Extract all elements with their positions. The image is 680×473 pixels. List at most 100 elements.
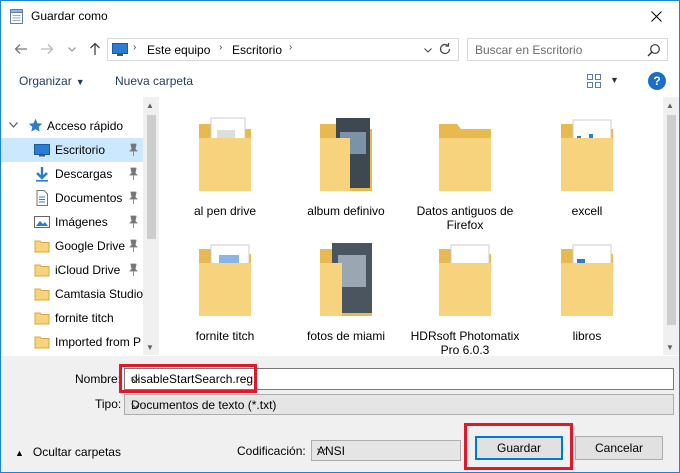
folder-icon bbox=[34, 312, 50, 325]
file-tile[interactable]: HDRsoft Photomatix Pro 6.0.3 bbox=[410, 227, 520, 355]
chevron-down-icon[interactable] bbox=[424, 42, 432, 56]
file-tile[interactable]: excell bbox=[532, 102, 642, 220]
folder-icon bbox=[34, 240, 50, 253]
arrow-right-icon bbox=[41, 44, 54, 54]
file-tile[interactable]: album definivo bbox=[291, 102, 401, 220]
address-row: › Este equipo › Escritorio › Buscar en E… bbox=[1, 34, 679, 64]
nav-item-label: Camtasia Studio bbox=[55, 287, 144, 301]
file-label: excell bbox=[571, 204, 603, 218]
nav-item-imagenes[interactable]: Imágenes bbox=[1, 210, 143, 234]
window-title: Guardar como bbox=[31, 9, 108, 23]
nav-item-label: Documentos bbox=[55, 191, 123, 205]
nav-scrollbar[interactable]: ▲ ▼ bbox=[143, 97, 159, 355]
navigation-pane: Acceso rápido Escritorio Descargas Docum… bbox=[1, 97, 159, 355]
command-toolbar: Organizar ▼ Nueva carpeta ▼ ? bbox=[1, 67, 679, 97]
view-options-icon[interactable] bbox=[587, 74, 601, 88]
search-input[interactable]: Buscar en Escritorio bbox=[467, 38, 668, 61]
encoding-select[interactable]: ANSI bbox=[311, 440, 461, 461]
caret-down-icon: ▼ bbox=[75, 77, 85, 87]
chevron-down-icon bbox=[9, 119, 18, 131]
help-icon[interactable]: ? bbox=[648, 72, 666, 90]
hide-folders-toggle[interactable]: ▲ Ocultar carpetas bbox=[15, 445, 121, 459]
breadcrumb-this-pc[interactable]: Este equipo bbox=[147, 43, 210, 57]
folder-icon bbox=[561, 119, 613, 191]
file-list-scrollbar[interactable]: ▲ ▼ bbox=[663, 97, 679, 355]
pin-icon bbox=[129, 167, 138, 180]
folder-icon bbox=[561, 244, 613, 316]
scroll-down-icon[interactable]: ▼ bbox=[146, 343, 154, 352]
nav-item-label: Escritorio bbox=[55, 143, 106, 157]
back-button[interactable] bbox=[11, 39, 31, 59]
nav-item-descargas[interactable]: Descargas bbox=[1, 162, 143, 186]
file-name-highlight bbox=[119, 364, 257, 393]
scroll-up-icon[interactable]: ▲ bbox=[666, 101, 674, 110]
file-tile[interactable]: Datos antiguos de Firefox bbox=[410, 102, 520, 232]
new-folder-button[interactable]: Nueva carpeta bbox=[115, 74, 193, 88]
chevron-down-icon bbox=[68, 46, 76, 52]
nav-item-google-drive[interactable]: Google Drive bbox=[1, 234, 143, 258]
nav-item-label: Imported from P bbox=[55, 335, 142, 349]
save-button[interactable]: Guardar bbox=[475, 436, 563, 460]
nav-item-label: Descargas bbox=[55, 167, 113, 181]
nav-item-escritorio[interactable]: Escritorio bbox=[1, 138, 143, 162]
organize-menu[interactable]: Organizar ▼ bbox=[19, 74, 85, 88]
folder-icon bbox=[320, 243, 372, 316]
organize-label: Organizar bbox=[19, 74, 72, 88]
file-label: HDRsoft Photomatix Pro 6.0.3 bbox=[410, 329, 520, 355]
pin-icon bbox=[129, 239, 138, 252]
recent-locations-button[interactable] bbox=[62, 39, 82, 59]
file-tile[interactable]: fotos de miami bbox=[291, 227, 401, 345]
star-icon bbox=[28, 118, 43, 132]
save-as-dialog: Guardar como › Este equipo › Escritorio … bbox=[0, 0, 680, 473]
breadcrumb-separator: › bbox=[289, 42, 293, 53]
close-button[interactable] bbox=[633, 1, 679, 32]
title-bar: Guardar como bbox=[1, 1, 679, 32]
nav-item-label: iCloud Drive bbox=[55, 263, 121, 277]
file-label: album definivo bbox=[307, 204, 385, 218]
scroll-up-icon[interactable]: ▲ bbox=[146, 101, 154, 110]
nav-item-fornite-titch[interactable]: fornite titch bbox=[1, 306, 143, 330]
download-icon bbox=[36, 167, 48, 182]
nav-item-label: Imágenes bbox=[55, 215, 108, 229]
file-tile[interactable]: libros bbox=[532, 227, 642, 345]
folder-icon bbox=[439, 244, 491, 316]
folder-icon bbox=[439, 124, 491, 191]
cancel-button[interactable]: Cancelar bbox=[575, 436, 663, 460]
search-icon bbox=[647, 44, 660, 57]
caret-down-icon[interactable]: ▼ bbox=[610, 75, 619, 85]
file-label: fornite titch bbox=[195, 329, 255, 343]
forward-button[interactable] bbox=[37, 39, 57, 59]
nav-item-label: Google Drive bbox=[55, 239, 126, 253]
file-tile[interactable]: al pen drive bbox=[170, 102, 280, 220]
folder-icon bbox=[34, 336, 50, 349]
scroll-down-icon[interactable]: ▼ bbox=[666, 343, 674, 352]
folder-icon bbox=[199, 117, 251, 191]
save-form: Nombre: disableStartSearch.reg Tipo: Doc… bbox=[1, 356, 679, 472]
notepad-icon bbox=[10, 9, 23, 24]
nav-item-icloud-drive[interactable]: iCloud Drive bbox=[1, 258, 143, 282]
nav-item-camtasia-studio[interactable]: Camtasia Studio bbox=[1, 282, 143, 306]
desktop-icon bbox=[34, 144, 50, 157]
pictures-icon bbox=[34, 216, 50, 228]
up-button[interactable] bbox=[85, 39, 105, 59]
address-bar[interactable]: › Este equipo › Escritorio › bbox=[107, 38, 459, 61]
file-list: al pen drive album definivo Datos antigu… bbox=[160, 97, 663, 355]
file-list-scrollbar-thumb[interactable] bbox=[667, 115, 676, 325]
breadcrumb-separator: › bbox=[133, 42, 137, 53]
file-tile[interactable]: fornite titch bbox=[170, 227, 280, 345]
encoding-label: Codificación: bbox=[237, 444, 306, 458]
chevron-down-icon bbox=[131, 398, 668, 412]
breadcrumb-desktop[interactable]: Escritorio bbox=[232, 43, 282, 57]
file-label: al pen drive bbox=[193, 204, 257, 218]
nav-quick-access[interactable]: Acceso rápido bbox=[1, 114, 143, 138]
chevron-down-icon bbox=[317, 443, 455, 457]
file-type-select[interactable]: Documentos de texto (*.txt) bbox=[124, 394, 674, 415]
documents-icon bbox=[36, 190, 48, 206]
nav-item-documentos[interactable]: Documentos bbox=[1, 186, 143, 210]
file-type-label: Tipo: bbox=[95, 397, 122, 411]
folder-icon bbox=[320, 118, 372, 191]
refresh-icon[interactable] bbox=[437, 41, 453, 57]
nav-scrollbar-thumb[interactable] bbox=[147, 115, 156, 239]
nav-item-imported[interactable]: Imported from P bbox=[1, 330, 143, 354]
file-label: fotos de miami bbox=[306, 329, 386, 343]
